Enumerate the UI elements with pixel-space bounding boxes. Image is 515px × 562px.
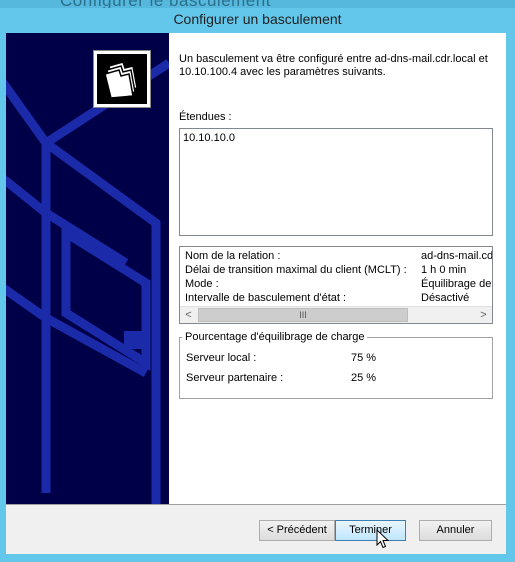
- button-separator: [6, 504, 506, 505]
- detail-value: 1 h 0 min: [421, 264, 467, 276]
- finish-button[interactable]: Terminer: [335, 520, 406, 541]
- detail-key: Nom de la relation :: [185, 250, 281, 262]
- scrollbar-thumb[interactable]: III: [198, 308, 408, 322]
- detail-row-relation-name: Nom de la relation : ad-dns-mail.cdr: [180, 250, 493, 264]
- wizard-client-area: Un basculement va être configuré entre a…: [6, 33, 506, 554]
- previous-button[interactable]: < Précédent: [259, 520, 335, 541]
- scroll-left-button[interactable]: <: [180, 307, 197, 323]
- load-balance-group-title: Pourcentage d'équilibrage de charge: [182, 331, 368, 343]
- wizard-icon-frame: [93, 50, 151, 108]
- dialog-title: Configurer un basculement: [173, 11, 342, 27]
- background-window-title: Configurer le basculement: [60, 0, 271, 8]
- detail-key: Intervalle de basculement d'état :: [185, 292, 347, 304]
- scopes-label: Étendues :: [179, 111, 232, 123]
- detail-value: Désactivé: [421, 292, 470, 304]
- detail-key: Délai de transition maximal du client (M…: [185, 264, 407, 276]
- partner-server-value: 25 %: [351, 372, 377, 384]
- scopes-listbox[interactable]: 10.10.10.0: [179, 128, 493, 236]
- folders-icon: [104, 61, 138, 98]
- horizontal-scrollbar[interactable]: < III >: [180, 306, 492, 323]
- failover-details-list[interactable]: Nom de la relation : ad-dns-mail.cdr Dél…: [179, 246, 493, 324]
- detail-key: Mode :: [185, 278, 219, 290]
- local-server-label: Serveur local :: [186, 352, 257, 364]
- detail-row-mode: Mode : Équilibrage de c: [180, 278, 493, 292]
- cancel-button[interactable]: Annuler: [419, 520, 492, 541]
- partner-server-label: Serveur partenaire :: [186, 372, 284, 384]
- load-balance-group: Serveur local : 75 % Serveur partenaire …: [179, 337, 493, 399]
- background-window-titlebar: Configurer le basculement: [0, 0, 515, 8]
- intro-text: Un basculement va être configuré entre a…: [179, 53, 488, 78]
- detail-value: Équilibrage de c: [421, 278, 493, 290]
- detail-row-state-interval: Intervalle de basculement d'état : Désac…: [180, 292, 492, 306]
- scope-item[interactable]: 10.10.10.0: [183, 132, 235, 144]
- scroll-right-button[interactable]: >: [475, 307, 492, 323]
- detail-row-mclt: Délai de transition maximal du client (M…: [180, 264, 492, 278]
- local-server-value: 75 %: [351, 352, 377, 364]
- window-frame: Configurer le basculement Configurer un …: [0, 0, 515, 562]
- detail-value: ad-dns-mail.cdr: [421, 250, 493, 262]
- mouse-pointer-icon: [376, 529, 390, 549]
